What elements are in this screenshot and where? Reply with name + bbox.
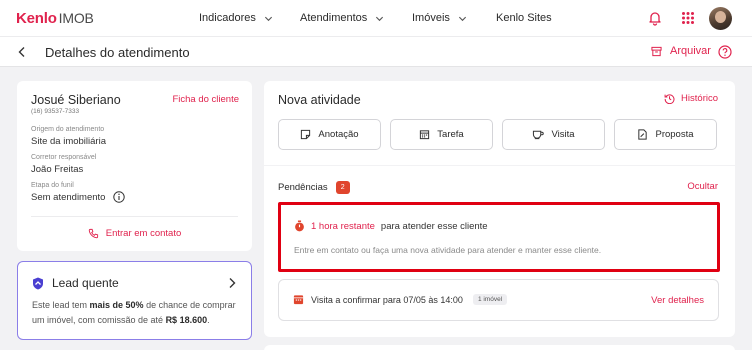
proposal-button[interactable]: Proposta [614, 119, 717, 150]
page-header: Detalhes do atendimento Arquivar [0, 36, 752, 67]
archive-icon [651, 46, 662, 56]
coffee-icon [533, 130, 545, 140]
alert-time-remaining: 1 hora restante [311, 220, 375, 232]
visit-button[interactable]: Visita [502, 119, 605, 150]
nav-item-label: Kenlo Sites [496, 12, 552, 24]
history-button[interactable]: Histórico [664, 93, 718, 104]
history-label: Histórico [681, 93, 718, 104]
client-profile-link[interactable]: Ficha do cliente [172, 94, 239, 105]
visit-info: Visita a confirmar para 07/05 às 14:00 1… [293, 294, 508, 305]
hide-button[interactable]: Ocultar [687, 181, 718, 192]
pending-count-badge: 2 [335, 181, 350, 194]
help-icon[interactable] [718, 45, 732, 59]
lead-description: Este lead tem mais de 50% de chance de c… [32, 298, 242, 328]
next-card [264, 345, 735, 350]
pending-title: Pendências [278, 182, 328, 193]
phone-icon [88, 228, 98, 239]
hot-lead-card[interactable]: Lead quente Este lead tem mais de 50% de… [17, 261, 252, 340]
document-icon [638, 129, 648, 140]
stopwatch-icon [295, 220, 304, 232]
button-label: Anotação [318, 129, 359, 140]
client-card: Josué Siberiano (16) 93537-7333 Ficha do… [17, 81, 252, 251]
user-avatar[interactable] [709, 7, 732, 30]
divider [31, 216, 238, 217]
top-navigation: Kenlo IMOB Indicadores Atendimentos Imóve… [0, 0, 752, 36]
lead-commission: R$ 18.600 [165, 315, 208, 325]
lead-text: . [207, 315, 210, 325]
field-value: Site da imobiliária [31, 136, 106, 147]
history-icon [664, 94, 675, 104]
note-button[interactable]: Anotação [278, 119, 381, 150]
pending-card: Pendências 2 Ocultar 1 hora restante par… [264, 166, 735, 337]
field-value: João Freitas [31, 164, 84, 175]
contact-label: Entrar em contato [105, 228, 182, 239]
property-count-chip: 1 imóvel [472, 294, 508, 305]
calendar-icon [293, 295, 304, 305]
visit-text: Visita a confirmar para 07/05 às 14:00 [311, 294, 463, 305]
field-label: Corretor responsável [31, 154, 97, 161]
lead-probability: mais de 50% [89, 300, 144, 310]
nav-item-label: Atendimentos [300, 12, 368, 24]
button-label: Visita [551, 129, 575, 140]
nav-item-atendimentos[interactable]: Atendimentos [300, 12, 384, 24]
lead-title: Lead quente [52, 276, 119, 290]
page-title: Detalhes do atendimento [45, 45, 190, 60]
kenlo-logo[interactable]: Kenlo IMOB [16, 10, 94, 27]
client-name: Josué Siberiano [31, 93, 121, 107]
lead-header: Lead quente [32, 276, 119, 290]
nav-item-indicadores[interactable]: Indicadores [199, 12, 273, 24]
button-label: Tarefa [437, 129, 464, 140]
archive-label: Arquivar [670, 45, 711, 57]
archive-button[interactable]: Arquivar [651, 45, 711, 57]
bell-icon[interactable] [646, 9, 664, 27]
new-activity-title: Nova atividade [278, 93, 361, 107]
nav-item-kenlo-sites[interactable]: Kenlo Sites [496, 12, 552, 24]
chevron-right-icon[interactable] [227, 277, 237, 289]
alert-text: para atender esse cliente [380, 220, 488, 232]
nav-item-imoveis[interactable]: Imóveis [412, 12, 467, 24]
nav-item-label: Imóveis [412, 12, 450, 24]
view-details-link[interactable]: Ver detalhes [651, 295, 704, 306]
pending-header: Pendências 2 [278, 181, 350, 194]
chevron-down-icon [376, 16, 384, 21]
back-arrow-icon[interactable] [16, 46, 28, 58]
field-label: Etapa do funil [31, 182, 74, 189]
shield-chevron-icon [33, 277, 43, 289]
pending-visit-item: Visita a confirmar para 07/05 às 14:00 1… [278, 279, 719, 321]
contact-button[interactable]: Entrar em contato [17, 228, 252, 239]
chevron-down-icon [458, 16, 466, 21]
alert-subtext: Entre em contato ou faça uma nova ativid… [294, 245, 602, 255]
logo-main-text: Kenlo [16, 10, 57, 27]
lead-text: Este lead tem [32, 300, 90, 310]
new-activity-card: Nova atividade Histórico Anotação Tarefa… [264, 81, 735, 165]
time-alert: 1 hora restante para atender esse client… [278, 202, 720, 272]
chevron-down-icon [264, 16, 272, 21]
apps-grid-icon[interactable] [679, 9, 697, 27]
note-icon [301, 129, 311, 140]
logo-sub-text: IMOB [58, 10, 94, 26]
info-icon[interactable] [113, 191, 125, 203]
button-label: Proposta [655, 129, 694, 140]
field-label: Origem do atendimento [31, 126, 105, 133]
task-button[interactable]: Tarefa [390, 119, 493, 150]
alert-header: 1 hora restante para atender esse client… [294, 220, 488, 232]
calendar-icon [420, 130, 430, 140]
nav-item-label: Indicadores [199, 12, 256, 24]
client-phone: (16) 93537-7333 [31, 108, 80, 115]
field-value: Sem atendimento [31, 192, 106, 203]
